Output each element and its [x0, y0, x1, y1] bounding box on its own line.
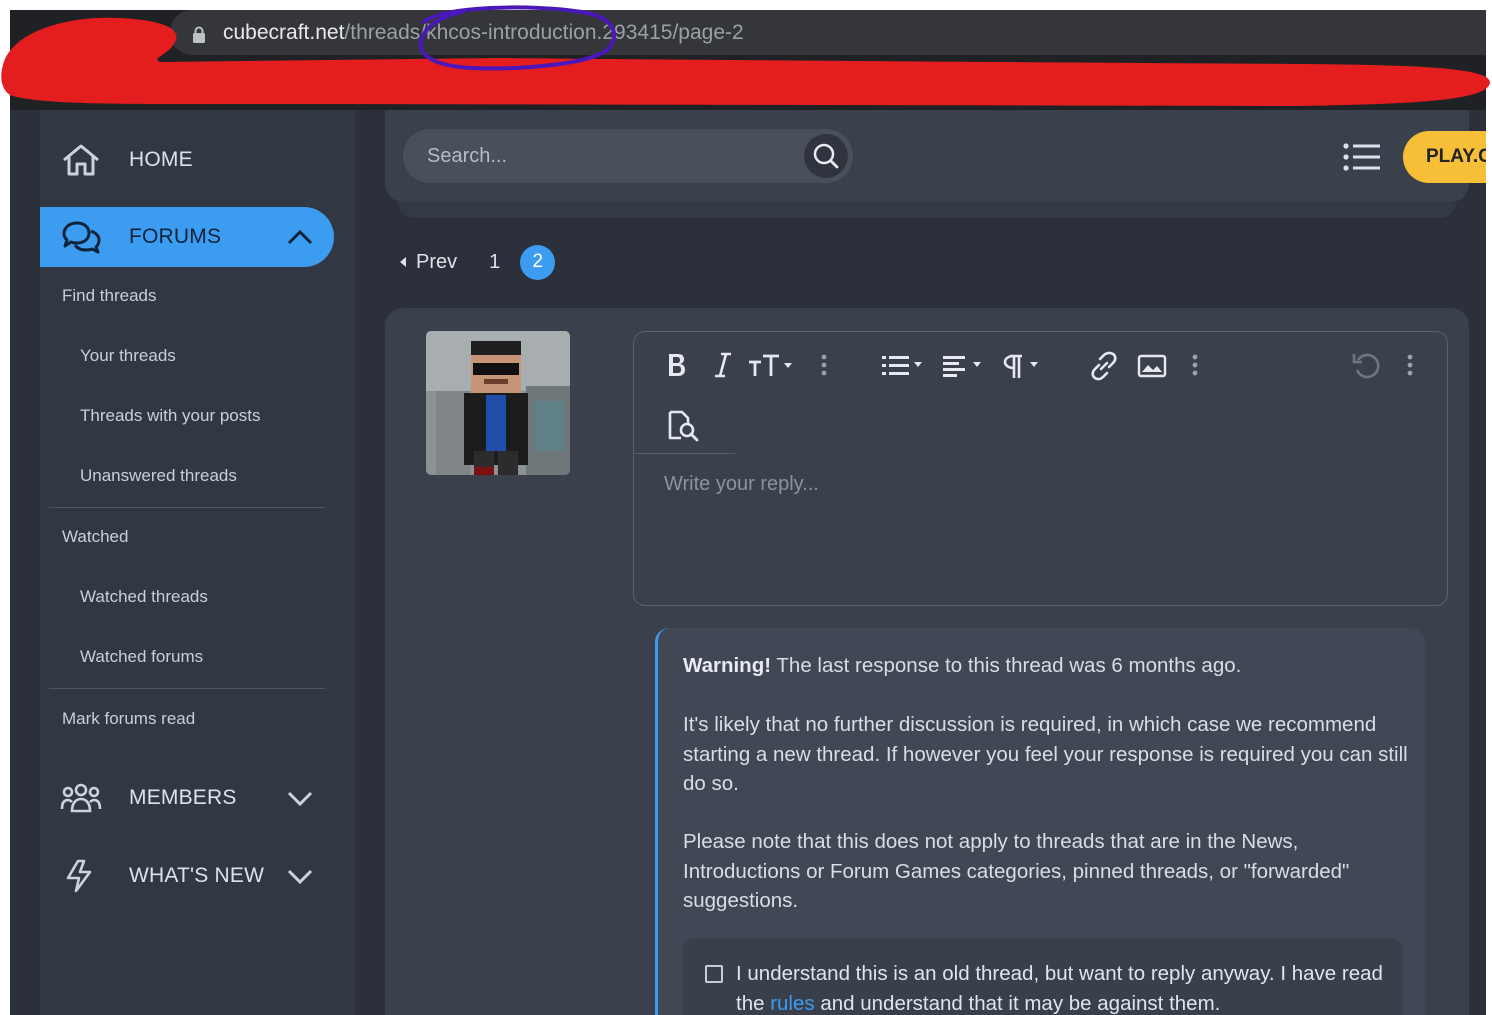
search-button[interactable] [804, 134, 848, 178]
address-url[interactable]: cubecraft.net/threads/khcos-introduction… [223, 21, 744, 45]
more-options-icon[interactable] [1189, 352, 1201, 380]
nav-whats-new-label: WHAT'S NEW [129, 864, 265, 887]
preview-icon[interactable] [666, 409, 702, 443]
chat-bubbles-icon [62, 221, 101, 254]
link-icon[interactable] [1088, 350, 1120, 382]
reply-editor[interactable]: Write your reply... [633, 331, 1448, 606]
lightning-icon [66, 859, 92, 893]
nav-home[interactable]: HOME [40, 130, 334, 190]
align-icon[interactable] [941, 352, 987, 380]
sidebar: HOME FORUMS Find threads Your threads Th… [40, 110, 355, 1015]
more-options-icon[interactable] [1404, 352, 1416, 380]
warning-text: The last response to this thread was 6 m… [776, 654, 1242, 677]
warning-title: Warning! [683, 654, 772, 677]
search-placeholder: Search... [427, 145, 508, 167]
header-shadow [398, 202, 1456, 218]
page-link-current[interactable]: 2 [520, 244, 556, 280]
old-thread-warning: Warning! The last response to this threa… [655, 628, 1425, 1015]
pagination: Prev 1 2 [400, 244, 556, 280]
url-host: cubecraft.net [223, 21, 345, 44]
chevron-up-icon[interactable] [286, 225, 314, 249]
play-button[interactable]: PLAY.C [1403, 131, 1486, 183]
chevron-down-icon[interactable] [286, 786, 314, 810]
sidebar-your-threads[interactable]: Your threads [80, 346, 176, 366]
sidebar-watched[interactable]: Watched [62, 527, 128, 547]
confirm-checkbox[interactable] [705, 965, 723, 983]
prev-label: Prev [416, 250, 458, 273]
sidebar-watched-threads[interactable]: Watched threads [80, 587, 208, 607]
nav-forums-label: FORUMS [129, 225, 222, 248]
sidebar-mark-forums-read[interactable]: Mark forums read [62, 709, 195, 729]
italic-icon[interactable] [712, 350, 734, 380]
url-path: /threads/khcos-introduction.293415/page-… [344, 21, 744, 44]
rules-link[interactable]: rules [770, 992, 814, 1015]
paragraph-icon[interactable] [1000, 352, 1046, 380]
warning-paragraph: It's likely that no further discussion i… [683, 713, 1408, 795]
caret-left-icon [400, 257, 406, 267]
page-link-1[interactable]: 1 [489, 251, 500, 274]
warning-line1: Warning! The last response to this threa… [683, 651, 1408, 681]
confirm-label[interactable]: I understand this is an old thread, but … [736, 959, 1386, 1015]
nav-forums[interactable]: FORUMS [40, 207, 334, 267]
nav-home-label: HOME [129, 148, 193, 171]
home-icon [63, 144, 99, 176]
search-input[interactable]: Search... [403, 129, 853, 183]
users-icon [60, 783, 102, 813]
user-avatar [426, 331, 570, 475]
confirm-text-after: and understand that it may be against th… [814, 991, 1221, 1015]
nav-members[interactable]: MEMBERS [40, 768, 334, 828]
bold-icon[interactable] [664, 350, 690, 380]
undo-icon[interactable] [1350, 350, 1382, 382]
nav-whats-new[interactable]: WHAT'S NEW [40, 846, 334, 906]
reply-placeholder: Write your reply... [664, 473, 819, 495]
sidebar-threads-with-posts[interactable]: Threads with your posts [80, 406, 260, 426]
list-icon[interactable] [880, 352, 926, 380]
confirm-box: I understand this is an old thread, but … [683, 938, 1403, 1015]
chevron-down-icon[interactable] [286, 864, 314, 888]
forum-page: HOME FORUMS Find threads Your threads Th… [10, 110, 1486, 1015]
text-size-icon[interactable] [746, 350, 796, 380]
more-options-icon[interactable] [818, 352, 830, 380]
divider [49, 688, 325, 689]
toolbar-divider [634, 453, 735, 454]
prev-page-link[interactable]: Prev [400, 251, 457, 274]
warning-paragraph: Please note that this does not apply to … [683, 830, 1350, 912]
divider [49, 507, 325, 508]
nav-members-label: MEMBERS [129, 786, 237, 809]
image-icon[interactable] [1136, 352, 1168, 380]
sidebar-watched-forums[interactable]: Watched forums [80, 647, 203, 667]
menu-list-icon[interactable] [1342, 140, 1382, 174]
sidebar-unanswered-threads[interactable]: Unanswered threads [80, 466, 237, 486]
sidebar-find-threads[interactable]: Find threads [62, 286, 157, 306]
lock-icon [193, 26, 205, 43]
search-icon [813, 143, 839, 169]
